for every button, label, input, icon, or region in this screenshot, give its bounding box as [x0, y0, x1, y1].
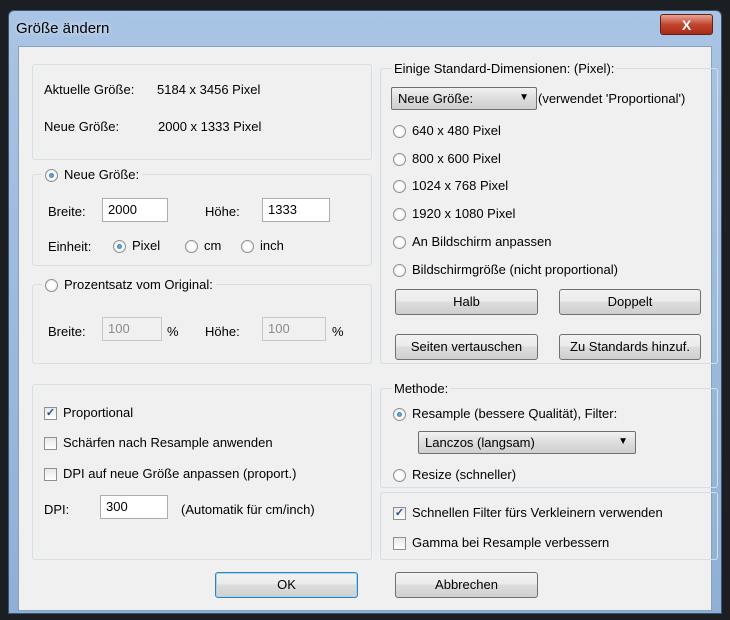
standard-size-dropdown[interactable]: Neue Größe: ▼ — [391, 87, 537, 110]
percent-height-unit: % — [332, 324, 344, 339]
percent-width-label: Breite: — [48, 324, 86, 339]
resample-label: Resample (bessere Qualität), Filter: — [412, 406, 618, 421]
new-size-value: 2000 x 1333 Pixel — [158, 119, 262, 134]
sharpen-label: Schärfen nach Resample anwenden — [63, 435, 273, 450]
fast-filter-option[interactable]: ✓ Schnellen Filter fürs Verkleinern verwe… — [393, 505, 663, 521]
height-label: Höhe: — [205, 204, 240, 219]
dropdown-note: (verwendet 'Proportional') — [538, 91, 686, 106]
preset-screen-size-radio[interactable] — [393, 264, 406, 278]
gamma-checkbox[interactable] — [393, 537, 406, 551]
percent-radio[interactable]: Prozentsatz vom Original: — [42, 277, 216, 293]
preset-640[interactable]: 640 x 480 Pixel — [393, 123, 501, 139]
unit-cm-label: cm — [204, 238, 222, 253]
window-title: Größe ändern — [16, 20, 110, 37]
width-label: Breite: — [48, 204, 86, 219]
unit-inch-option[interactable]: inch — [241, 238, 284, 254]
height-input[interactable]: 1333 — [262, 198, 330, 222]
swap-sides-button[interactable]: Seiten vertauschen — [395, 334, 538, 360]
percent-width-unit: % — [167, 324, 179, 339]
resize-option[interactable]: Resize (schneller) — [393, 467, 517, 483]
resize-label: Resize (schneller) — [412, 467, 517, 482]
preset-800-radio[interactable] — [393, 153, 406, 167]
new-size-label: Neue Größe: — [44, 119, 120, 134]
percent-height-label: Höhe: — [205, 324, 240, 339]
new-size-radio[interactable]: Neue Größe: — [42, 167, 143, 183]
new-size-radio-button[interactable] — [45, 169, 58, 183]
proportional-option[interactable]: ✓ Proportional — [44, 405, 134, 421]
unit-inch-label: inch — [260, 238, 284, 253]
unit-pixel-option[interactable]: Pixel — [113, 238, 161, 254]
resample-option[interactable]: Resample (bessere Qualität), Filter: — [393, 406, 618, 422]
preset-640-label: 640 x 480 Pixel — [412, 123, 501, 138]
sharpen-checkbox[interactable] — [44, 437, 57, 451]
method-legend: Methode: — [392, 381, 451, 396]
preset-screen-size[interactable]: Bildschirmgröße (nicht proportional) — [393, 262, 618, 278]
half-button[interactable]: Halb — [395, 289, 538, 315]
percent-radio-button[interactable] — [45, 279, 58, 293]
standard-dimensions-legend: Einige Standard-Dimensionen: (Pixel): — [392, 61, 617, 76]
preset-screen-size-label: Bildschirmgröße (nicht proportional) — [412, 262, 618, 277]
dpi-input[interactable]: 300 — [100, 495, 168, 519]
preset-1024-radio[interactable] — [393, 180, 406, 194]
preset-800-label: 800 x 600 Pixel — [412, 151, 501, 166]
resize-radio[interactable] — [393, 469, 406, 483]
dpi-adjust-option[interactable]: DPI auf neue Größe anpassen (proport.) — [44, 466, 297, 482]
unit-inch-radio[interactable] — [241, 240, 254, 254]
filter-dropdown-value: Lanczos (langsam) — [425, 435, 535, 450]
unit-pixel-label: Pixel — [132, 238, 161, 253]
preset-1920-label: 1920 x 1080 Pixel — [412, 206, 516, 221]
dpi-label: DPI: — [44, 502, 70, 517]
dpi-adjust-checkbox[interactable] — [44, 468, 57, 482]
preset-1024-label: 1024 x 768 Pixel — [412, 178, 509, 193]
percent-legend: Prozentsatz vom Original: — [64, 277, 213, 292]
gamma-option[interactable]: Gamma bei Resample verbessern — [393, 535, 610, 551]
unit-label: Einheit: — [48, 239, 92, 254]
current-size-label: Aktuelle Größe: — [44, 82, 135, 97]
percent-height-input[interactable]: 100 — [262, 317, 326, 341]
current-size-value: 5184 x 3456 Pixel — [157, 82, 261, 97]
dpi-adjust-label: DPI auf neue Größe anpassen (proport.) — [63, 466, 297, 481]
preset-1920[interactable]: 1920 x 1080 Pixel — [393, 206, 516, 222]
new-size-legend: Neue Größe: — [64, 167, 140, 182]
preset-fit-screen[interactable]: An Bildschirm anpassen — [393, 234, 552, 250]
ok-button[interactable]: OK — [215, 572, 358, 598]
resample-radio[interactable] — [393, 408, 406, 422]
unit-cm-option[interactable]: cm — [185, 238, 222, 254]
preset-800[interactable]: 800 x 600 Pixel — [393, 151, 501, 167]
cancel-button[interactable]: Abbrechen — [395, 572, 538, 598]
percent-width-input[interactable]: 100 — [102, 317, 162, 341]
sharpen-option[interactable]: Schärfen nach Resample anwenden — [44, 435, 273, 451]
width-input[interactable]: 2000 — [102, 198, 168, 222]
fast-filter-label: Schnellen Filter fürs Verkleinern verwen… — [412, 505, 663, 520]
preset-fit-screen-radio[interactable] — [393, 236, 406, 250]
add-to-standards-button[interactable]: Zu Standards hinzuf. — [559, 334, 701, 360]
close-button[interactable]: X — [660, 14, 713, 35]
proportional-checkbox[interactable]: ✓ — [44, 407, 57, 421]
preset-1024[interactable]: 1024 x 768 Pixel — [393, 178, 509, 194]
chevron-down-icon: ▼ — [519, 92, 529, 103]
preset-fit-screen-label: An Bildschirm anpassen — [412, 234, 552, 249]
gamma-label: Gamma bei Resample verbessern — [412, 535, 610, 550]
size-info-group — [32, 64, 372, 160]
chevron-down-icon: ▼ — [618, 436, 628, 447]
dpi-note: (Automatik für cm/inch) — [181, 502, 315, 517]
preset-1920-radio[interactable] — [393, 208, 406, 222]
unit-cm-radio[interactable] — [185, 240, 198, 254]
fast-filter-checkbox[interactable]: ✓ — [393, 507, 406, 521]
unit-pixel-radio[interactable] — [113, 240, 126, 254]
filter-dropdown[interactable]: Lanczos (langsam) ▼ — [418, 431, 636, 454]
standard-size-dropdown-value: Neue Größe: — [398, 91, 474, 106]
proportional-label: Proportional — [63, 405, 134, 420]
preset-640-radio[interactable] — [393, 125, 406, 139]
double-button[interactable]: Doppelt — [559, 289, 701, 315]
